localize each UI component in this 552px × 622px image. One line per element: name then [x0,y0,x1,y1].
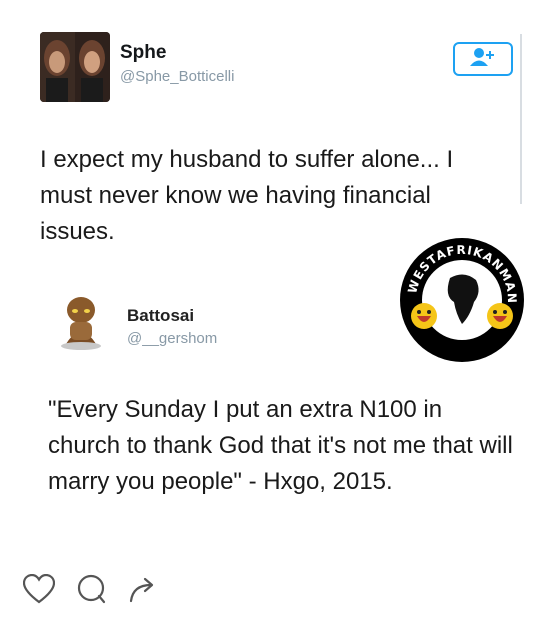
quote-text: "Every Sunday I put an extra N100 in chu… [48,396,513,495]
user-avatar[interactable] [40,32,110,102]
card-divider [520,34,522,204]
follow-button[interactable] [453,42,513,76]
user-handle[interactable]: @Sphe_Botticelli [120,68,234,85]
quote-user-handle[interactable]: @__gershom [127,330,217,347]
user-name[interactable]: Sphe [120,42,166,64]
heart-icon[interactable] [22,572,56,606]
tweet-text: I expect my husband to suffer alone... I… [40,146,454,245]
action-bar [22,572,160,606]
quote-user-name[interactable]: Battosai [127,306,194,326]
share-arrow-icon[interactable] [126,572,160,606]
quote-avatar[interactable] [56,294,106,350]
add-user-icon [469,47,497,72]
comment-bubble-icon[interactable] [74,572,108,606]
watermark-logo: WESTAFRIKANMAN [398,236,526,364]
